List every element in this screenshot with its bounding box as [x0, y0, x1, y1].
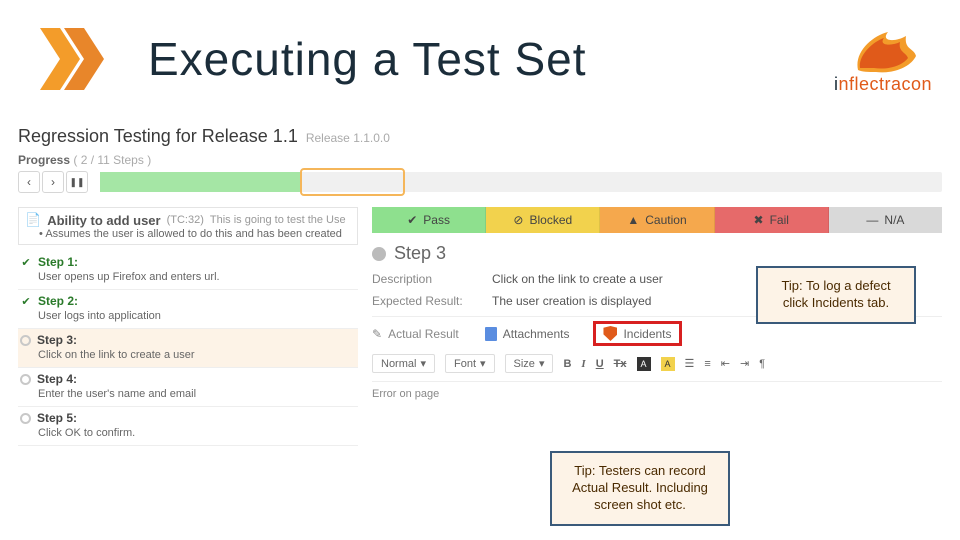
font-select[interactable]: Font▾	[445, 354, 495, 373]
step-detail-title: Step 3	[394, 243, 446, 264]
expected-label: Expected Result:	[372, 294, 492, 308]
tip-log-defect: Tip: To log a defect click Incidents tab…	[756, 266, 916, 324]
text-color-button[interactable]: A	[637, 357, 651, 371]
circle-icon	[20, 335, 31, 346]
indent-icon[interactable]: ⇥	[740, 357, 749, 370]
testcase-assumption: Assumes the user is allowed to do this a…	[45, 228, 342, 240]
italic-button[interactable]: I	[581, 358, 585, 370]
fail-icon: ✖	[754, 213, 764, 227]
flame-icon	[848, 28, 918, 74]
check-icon	[20, 256, 32, 268]
incidents-tab[interactable]: Incidents	[595, 323, 679, 344]
status-pass-button[interactable]: ✔Pass	[372, 207, 486, 233]
brand-logo: inflectracon	[834, 28, 932, 95]
status-blocked-button[interactable]: ⊘Blocked	[486, 207, 600, 233]
pencil-icon	[372, 327, 382, 341]
description-value: Click on the link to create a user	[492, 272, 663, 286]
description-label: Description	[372, 272, 492, 286]
tip-actual-result: Tip: Testers can record Actual Result. I…	[550, 451, 730, 526]
status-na-button[interactable]: —N/A	[829, 207, 942, 233]
underline-button[interactable]: U	[596, 358, 604, 370]
check-icon: ✔	[407, 213, 417, 227]
testcase-preview: This is going to test the Use	[210, 214, 346, 226]
progress-bar	[100, 172, 942, 192]
testcase-icon: 📄	[25, 212, 41, 228]
testcase-id: (TC:32)	[167, 214, 204, 226]
step-item-3[interactable]: Step 3: Click on the link to create a us…	[18, 329, 358, 368]
clear-format-button[interactable]: Tx	[614, 358, 627, 370]
circle-icon	[20, 413, 31, 424]
list-numbered-icon[interactable]: ≡	[704, 358, 710, 370]
shield-icon	[603, 326, 617, 341]
regression-title: Regression Testing for Release 1.1	[18, 126, 298, 147]
paragraph-icon[interactable]: ¶	[759, 358, 765, 370]
rich-text-toolbar: Normal▾ Font▾ Size▾ B I U Tx A A ☰ ≡ ⇤ ⇥…	[372, 354, 942, 373]
attachments-tab[interactable]: Attachments	[477, 324, 578, 344]
circle-icon	[20, 374, 31, 385]
bold-button[interactable]: B	[563, 358, 571, 370]
step-item-4[interactable]: Step 4: Enter the user's name and email	[18, 368, 358, 407]
bg-color-button[interactable]: A	[661, 357, 675, 371]
na-icon: —	[866, 213, 878, 227]
brand-text: inflectracon	[834, 74, 932, 95]
step-status-icon	[372, 247, 386, 261]
caution-icon: ▲	[627, 213, 639, 227]
check-icon	[20, 295, 32, 307]
prev-step-button[interactable]: ‹	[18, 171, 40, 193]
actual-result-tab[interactable]: Actual Result	[388, 327, 459, 341]
size-select[interactable]: Size▾	[505, 354, 554, 373]
expected-value: The user creation is displayed	[492, 294, 651, 308]
list-bulleted-icon[interactable]: ☰	[685, 357, 695, 370]
testcase-title[interactable]: Ability to add user	[47, 213, 160, 228]
progress-counter: ( 2 / 11 Steps )	[73, 153, 151, 167]
outdent-icon[interactable]: ⇤	[721, 357, 730, 370]
pause-button[interactable]: ❚❚	[66, 171, 88, 193]
status-fail-button[interactable]: ✖Fail	[715, 207, 829, 233]
document-icon	[485, 327, 497, 341]
release-version: Release 1.1.0.0	[306, 131, 390, 145]
actual-result-content[interactable]: Error on page	[372, 381, 942, 400]
next-step-button[interactable]: ›	[42, 171, 64, 193]
step-item-2[interactable]: Step 2: User logs into application	[18, 290, 358, 329]
status-caution-button[interactable]: ▲Caution	[600, 207, 714, 233]
step-item-5[interactable]: Step 5: Click OK to confirm.	[18, 407, 358, 446]
blocked-icon: ⊘	[513, 213, 523, 227]
slide-bullet-chevrons	[40, 28, 116, 90]
step-item-1[interactable]: Step 1: User opens up Firefox and enters…	[18, 251, 358, 290]
slide-title: Executing a Test Set	[148, 32, 587, 86]
progress-label: Progress	[18, 153, 70, 167]
format-select[interactable]: Normal▾	[372, 354, 435, 373]
